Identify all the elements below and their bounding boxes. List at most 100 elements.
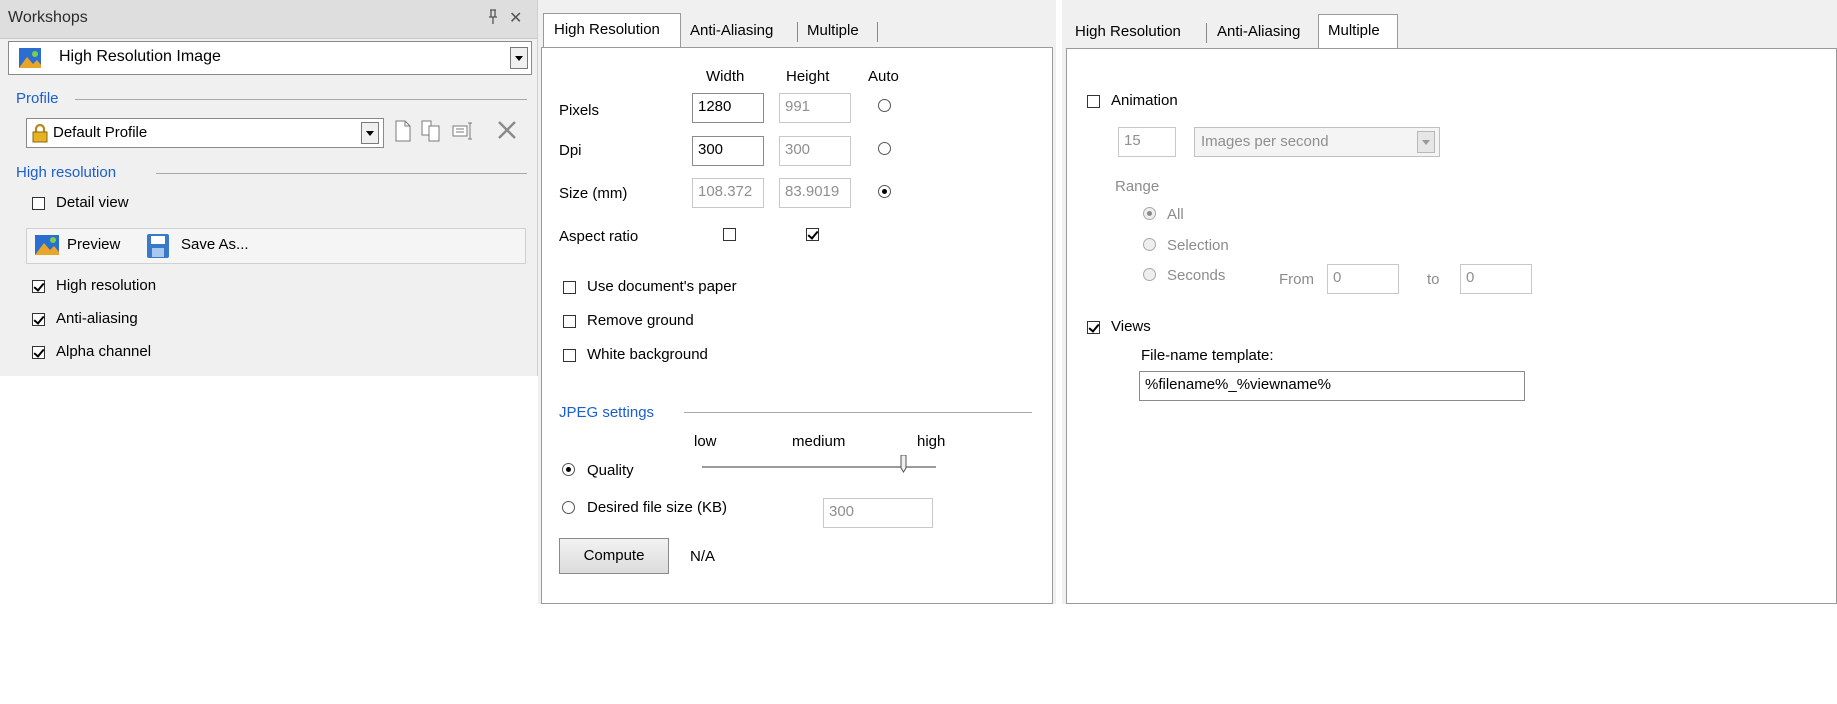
range-selection-radio[interactable] [1143, 238, 1156, 251]
size-mm-label: Size (mm) [559, 185, 628, 202]
views-label: Views [1111, 318, 1151, 335]
high-resolution-checkbox[interactable] [32, 280, 45, 293]
pixels-auto-radio[interactable] [878, 99, 891, 112]
size-width-input[interactable]: 108.372 [692, 178, 764, 208]
close-icon[interactable]: ✕ [509, 8, 522, 28]
views-checkbox[interactable] [1087, 321, 1100, 334]
workshop-selector-value: High Resolution Image [59, 48, 221, 65]
tab-high-resolution[interactable]: High Resolution [543, 13, 681, 48]
tab-anti-aliasing[interactable]: Anti-Aliasing [690, 15, 773, 47]
copy-icon[interactable] [420, 120, 442, 146]
chevron-down-icon[interactable] [510, 47, 528, 69]
aspect-width-checkbox[interactable] [723, 228, 736, 241]
quality-medium-label: medium [792, 433, 846, 450]
multiple-dialog: High Resolution Anti-Aliasing Multiple A… [1062, 0, 1837, 604]
alpha-channel-checkbox[interactable] [32, 346, 45, 359]
desired-file-size-input[interactable]: 300 [823, 498, 933, 528]
height-column-header: Height [786, 68, 830, 85]
pixels-width-input[interactable]: 1280 [692, 93, 764, 123]
aspect-height-checkbox[interactable] [806, 228, 819, 241]
use-document-paper-label: Use document's paper [587, 278, 737, 295]
tab-page: Animation 15 Images per second Range All… [1066, 48, 1837, 604]
dpi-label: Dpi [559, 142, 582, 159]
desired-file-size-radio[interactable] [562, 501, 575, 514]
highres-group-label: High resolution [16, 164, 117, 181]
tab-strip: High Resolution Anti-Aliasing Multiple [1062, 14, 1837, 49]
workshop-toolbar: Preview Save As... [26, 228, 526, 264]
to-label: to [1427, 271, 1440, 288]
preview-icon [35, 235, 59, 259]
divider [75, 99, 527, 100]
preview-button[interactable]: Preview [67, 236, 120, 253]
alpha-channel-label: Alpha channel [56, 343, 152, 360]
auto-column-header: Auto [868, 68, 899, 85]
animation-checkbox[interactable] [1087, 95, 1100, 108]
tab-high-resolution[interactable]: High Resolution [1075, 16, 1181, 48]
rate-unit-value: Images per second [1201, 133, 1329, 150]
anti-aliasing-checkbox[interactable] [32, 313, 45, 326]
dpi-height-input[interactable]: 300 [779, 136, 851, 166]
dpi-auto-radio[interactable] [878, 142, 891, 155]
tab-strip: High Resolution Anti-Aliasing Multiple [541, 13, 1053, 48]
chevron-down-icon[interactable] [361, 122, 379, 144]
detail-view-checkbox[interactable] [32, 197, 45, 210]
rename-icon[interactable] [452, 122, 476, 144]
jpeg-settings-group-label: JPEG settings [559, 404, 655, 421]
new-document-icon[interactable] [394, 120, 412, 146]
workshops-titlebar: Workshops ✕ [0, 0, 537, 39]
size-auto-radio[interactable] [878, 185, 891, 198]
tab-multiple[interactable]: Multiple [1318, 14, 1398, 49]
remove-ground-checkbox[interactable] [563, 315, 576, 328]
range-all-radio[interactable] [1143, 207, 1156, 220]
save-icon [147, 234, 169, 262]
detail-view-label: Detail view [56, 194, 129, 211]
pixels-height-input[interactable]: 991 [779, 93, 851, 123]
divider [156, 173, 527, 174]
pixels-label: Pixels [559, 102, 600, 119]
file-name-template-input[interactable]: %filename%_%viewname% [1139, 371, 1525, 401]
lock-icon [32, 123, 48, 147]
quality-high-label: high [917, 433, 946, 450]
compute-result: N/A [690, 548, 716, 565]
dpi-width-input[interactable]: 300 [692, 136, 764, 166]
pin-icon[interactable] [486, 9, 500, 28]
range-seconds-radio[interactable] [1143, 268, 1156, 281]
remove-ground-label: Remove ground [587, 312, 694, 329]
tab-multiple[interactable]: Multiple [807, 15, 859, 47]
from-input[interactable]: 0 [1327, 264, 1399, 294]
profile-group-label: Profile [16, 90, 59, 107]
aspect-ratio-label: Aspect ratio [559, 228, 639, 245]
white-background-label: White background [587, 346, 708, 363]
anti-aliasing-label: Anti-aliasing [56, 310, 138, 327]
chevron-down-icon[interactable] [1417, 131, 1435, 153]
tab-separator [797, 22, 798, 42]
size-height-input[interactable]: 83.9019 [779, 178, 851, 208]
divider [684, 412, 1032, 413]
compute-button[interactable]: Compute [559, 538, 669, 574]
animation-label: Animation [1111, 92, 1178, 109]
to-input[interactable]: 0 [1460, 264, 1532, 294]
white-background-checkbox[interactable] [563, 349, 576, 362]
profile-selector-value: Default Profile [53, 124, 148, 141]
range-selection-label: Selection [1167, 237, 1229, 254]
high-resolution-dialog: High Resolution Anti-Aliasing Multiple W… [538, 0, 1056, 604]
workshop-selector[interactable]: High Resolution Image [8, 41, 532, 75]
tab-anti-aliasing[interactable]: Anti-Aliasing [1217, 16, 1300, 48]
delete-icon[interactable] [496, 119, 518, 145]
range-all-label: All [1167, 206, 1184, 223]
rate-input[interactable]: 15 [1118, 127, 1176, 157]
profile-selector[interactable]: Default Profile [26, 118, 384, 148]
use-document-paper-checkbox[interactable] [563, 281, 576, 294]
from-label: From [1279, 271, 1314, 288]
width-column-header: Width [706, 68, 745, 85]
tab-separator [877, 22, 878, 42]
tab-separator [1206, 23, 1207, 43]
quality-slider-thumb[interactable] [900, 454, 907, 473]
image-icon [19, 48, 41, 72]
quality-radio[interactable] [562, 463, 575, 476]
workshops-title: Workshops [8, 9, 88, 26]
save-as-button[interactable]: Save As... [181, 236, 249, 253]
rate-unit-select[interactable]: Images per second [1194, 127, 1440, 157]
workshops-panel: Workshops ✕ High Resolution Image Profil… [0, 0, 538, 376]
quality-label: Quality [587, 462, 634, 479]
